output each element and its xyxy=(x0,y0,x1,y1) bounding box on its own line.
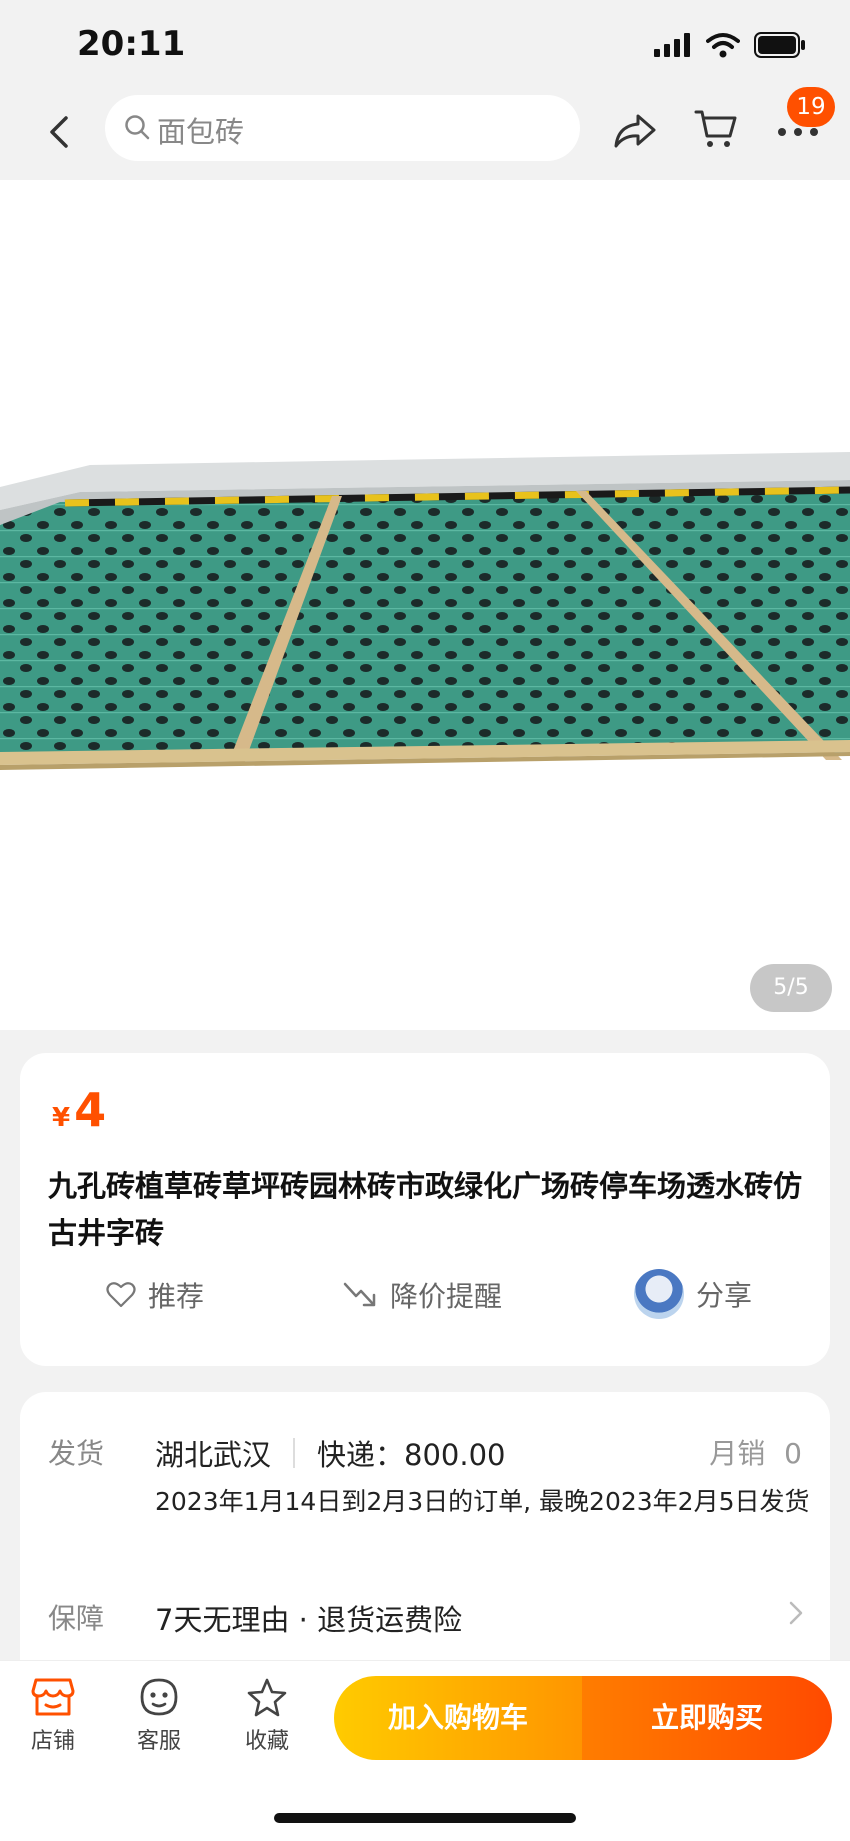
cellular-signal-icon xyxy=(654,33,690,57)
shop-label: 店铺 xyxy=(30,1729,75,1754)
divider xyxy=(293,1438,296,1468)
wifi-icon xyxy=(706,33,740,58)
chevron-right-icon[interactable] xyxy=(788,1600,804,1626)
product-actions: 推荐 降价提醒 分享 xyxy=(20,1269,830,1335)
nav-bar: 面包砖 xyxy=(0,90,850,180)
search-placeholder: 面包砖 xyxy=(157,115,245,149)
favorite-label: 收藏 xyxy=(244,1729,289,1754)
customer-service-icon xyxy=(140,1678,178,1716)
product-title: 九孔砖植草砖草坪砖园林砖市政绿化广场砖停车场透水砖仿古井字砖 xyxy=(48,1169,803,1250)
heart-icon xyxy=(106,1282,136,1308)
shipping-origin: 湖北武汉 xyxy=(155,1438,272,1472)
favorite-button[interactable]: 收藏 xyxy=(222,1677,312,1755)
guarantee-label: 保障 xyxy=(48,1602,105,1635)
cart-count-badge: 19 xyxy=(787,87,835,127)
product-image xyxy=(0,452,850,770)
add-to-cart-button[interactable]: 加入购物车 xyxy=(334,1676,582,1760)
home-indicator xyxy=(274,1813,576,1823)
guarantee-value[interactable]: 7天无理由 · 退货运费险 xyxy=(155,1597,462,1639)
shipping-fee: 快递：800.00 xyxy=(317,1438,506,1472)
price-alert-label: 降价提醒 xyxy=(390,1280,503,1313)
product-info-card: ¥4 九孔砖植草砖草坪砖园林砖市政绿化广场砖停车场透水砖仿古井字砖 推荐 降价提… xyxy=(20,1053,830,1366)
search-icon xyxy=(125,115,150,140)
star-icon xyxy=(247,1678,287,1717)
share-button[interactable]: 分享 xyxy=(634,1269,752,1319)
recommend-label: 推荐 xyxy=(148,1280,205,1313)
share-label: 分享 xyxy=(696,1279,753,1312)
shipping-note: 2023年1月14日到2月3日的订单, 最晚2023年2月5日发货 xyxy=(155,1487,810,1516)
image-page-indicator: 5/5 xyxy=(750,964,832,1012)
buy-now-button[interactable]: 立即购买 xyxy=(582,1676,832,1760)
customer-service-label: 客服 xyxy=(136,1729,181,1754)
monthly-sales-label: 月销 xyxy=(709,1437,766,1470)
shop-button[interactable]: 店铺 xyxy=(8,1677,98,1755)
shipping-info: 湖北武汉 快递：800.00 xyxy=(155,1432,506,1474)
customer-service-button[interactable]: 客服 xyxy=(114,1677,204,1755)
cart-icon[interactable] xyxy=(694,106,738,152)
price-alert-button[interactable]: 降价提醒 xyxy=(342,1275,502,1315)
product-gallery[interactable]: 5/5 xyxy=(0,180,850,1030)
share-avatar-icon xyxy=(634,1269,684,1319)
search-input[interactable]: 面包砖 xyxy=(105,95,580,161)
share-icon[interactable] xyxy=(612,108,658,152)
shipping-label: 发货 xyxy=(48,1437,105,1470)
shipping-card: 发货 湖北武汉 快递：800.00 月销 0 2023年1月14日到2月3日的订… xyxy=(20,1392,830,1692)
price-drop-icon xyxy=(343,1282,376,1307)
product-price: ¥4 xyxy=(52,1083,106,1137)
status-bar: 20:11 xyxy=(0,0,850,90)
monthly-sales-value: 0 xyxy=(784,1437,802,1470)
status-time: 20:11 xyxy=(77,24,186,64)
store-icon xyxy=(31,1678,75,1716)
price-value: 4 xyxy=(74,1083,107,1137)
monthly-sales: 月销 0 xyxy=(709,1432,802,1472)
recommend-button[interactable]: 推荐 xyxy=(106,1275,204,1315)
battery-icon xyxy=(754,32,805,58)
status-icons xyxy=(654,32,806,58)
currency-symbol: ¥ xyxy=(52,1103,71,1133)
back-arrow-icon[interactable] xyxy=(38,110,82,154)
